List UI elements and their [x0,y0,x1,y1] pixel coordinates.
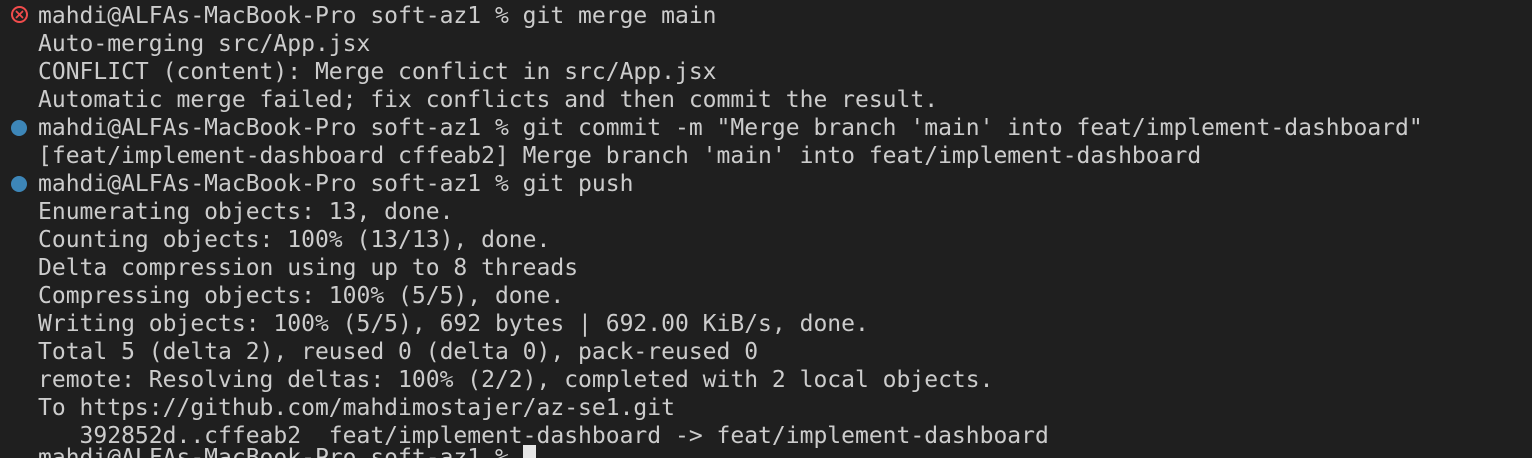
terminal-output-line: Compressing objects: 100% (5/5), done. [38,283,565,309]
error-circle-x-icon[interactable] [11,6,28,23]
terminal-output-line: Counting objects: 100% (13/13), done. [38,227,551,253]
terminal-prompt-text: mahdi@ALFAs-MacBook-Pro soft-az1 % [38,445,523,458]
terminal-output-line: To https://github.com/mahdimostajer/az-s… [38,395,675,421]
terminal-prompt-line: mahdi@ALFAs-MacBook-Pro soft-az1 % git m… [38,3,717,29]
terminal-prompt-line: mahdi@ALFAs-MacBook-Pro soft-az1 % git c… [38,115,1423,141]
terminal-output-line: Writing objects: 100% (5/5), 692 bytes |… [38,311,869,337]
terminal-output-line: Automatic merge failed; fix conflicts an… [38,87,939,113]
terminal-output-line: [feat/implement-dashboard cffeab2] Merge… [38,143,1202,169]
terminal-prompt-line: mahdi@ALFAs-MacBook-Pro soft-az1 % git p… [38,171,634,197]
terminal-output-line: Enumerating objects: 13, done. [38,199,454,225]
terminal-panel[interactable]: mahdi@ALFAs-MacBook-Pro soft-az1 % git m… [0,0,1532,458]
command-success-dot-icon[interactable] [11,120,27,136]
terminal-active-prompt[interactable]: mahdi@ALFAs-MacBook-Pro soft-az1 % [38,444,536,458]
terminal-output-line: remote: Resolving deltas: 100% (2/2), co… [38,367,994,393]
text-cursor [522,445,536,458]
terminal-output-line: Total 5 (delta 2), reused 0 (delta 0), p… [38,339,759,365]
terminal-output-line: Auto-merging src/App.jsx [38,31,371,57]
command-success-dot-icon[interactable] [11,176,27,192]
terminal-output-line: CONFLICT (content): Merge conflict in sr… [38,59,717,85]
terminal-output-line: Delta compression using up to 8 threads [38,255,579,281]
